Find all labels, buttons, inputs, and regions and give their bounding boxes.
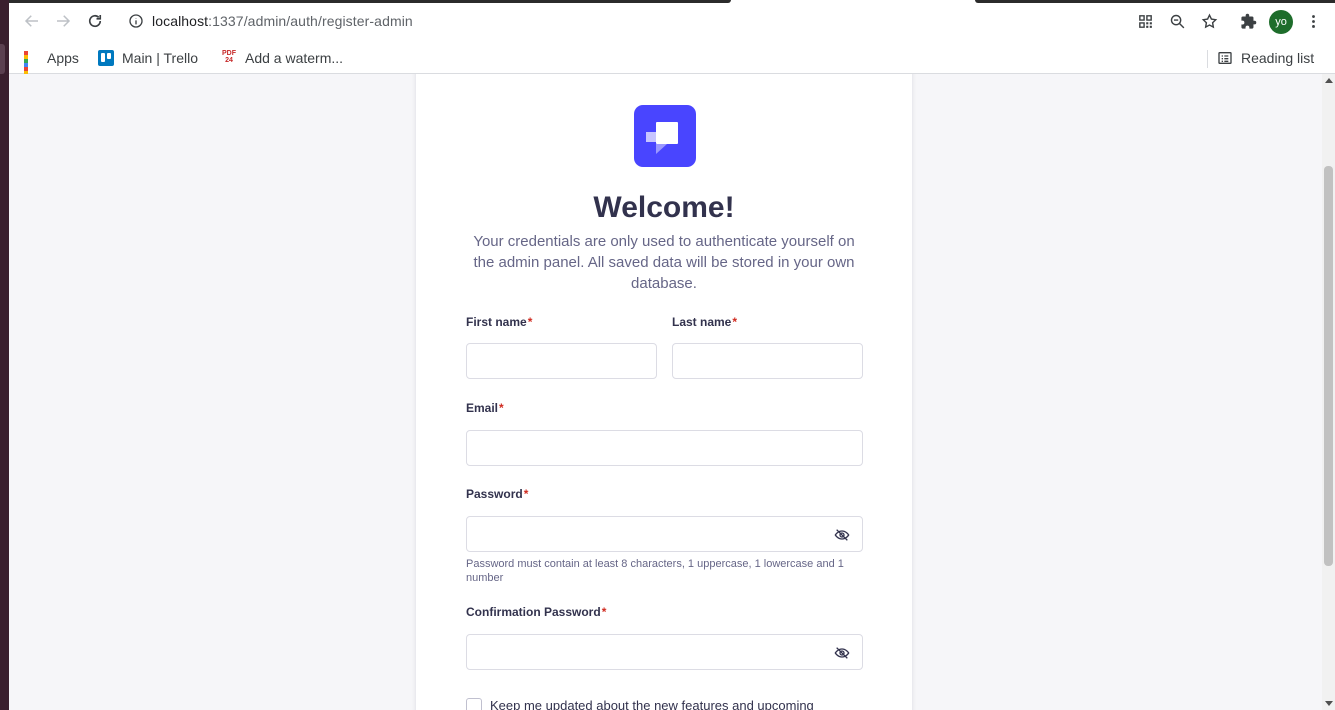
bookmark-label: Add a waterm... xyxy=(245,50,344,66)
puzzle-piece-icon xyxy=(1240,13,1256,29)
logo-shape-bottom xyxy=(656,144,667,154)
newsletter-label: Keep me updated about the new features a… xyxy=(490,698,814,710)
strapi-logo xyxy=(634,105,696,167)
first-name-label-text: First name xyxy=(466,315,527,329)
page-subtitle: Your credentials are only used to authen… xyxy=(473,233,855,292)
scroll-up-arrow-icon[interactable] xyxy=(1325,78,1333,83)
qr-code-icon xyxy=(1138,14,1152,28)
required-marker: * xyxy=(732,315,738,329)
url-path: :1337/admin/auth/register-admin xyxy=(208,13,413,29)
address-bar[interactable]: localhost:1337/admin/auth/register-admin xyxy=(121,7,1121,35)
first-name-label: First name* xyxy=(466,315,532,329)
last-name-label-text: Last name xyxy=(672,315,732,329)
browser-menu-button[interactable] xyxy=(1303,11,1323,31)
pdf24-icon: PDF 24 xyxy=(221,50,237,66)
url-host: localhost xyxy=(152,13,209,29)
eye-hidden-icon[interactable] xyxy=(834,645,850,661)
pdf24-icon-text-bottom: 24 xyxy=(225,57,233,64)
scroll-down-arrow-icon[interactable] xyxy=(1325,701,1333,706)
scrollbar-thumb[interactable] xyxy=(1324,166,1333,566)
bookmarks-bar: Apps Main | Trello PDF 24 Add a waterm...… xyxy=(9,42,1335,87)
bookmark-label: Apps xyxy=(47,50,79,66)
password-label-text: Password xyxy=(466,487,523,501)
reading-list-label: Reading list xyxy=(1241,50,1315,66)
bookmark-apps[interactable]: Apps xyxy=(23,47,79,87)
last-name-label: Last name* xyxy=(672,315,737,329)
pdf24-icon-text-top: PDF xyxy=(222,50,236,57)
url-text: localhost:1337/admin/auth/register-admin xyxy=(152,13,413,29)
email-label-text: Email xyxy=(466,401,499,415)
star-outline-icon xyxy=(1201,12,1217,28)
desktop-dock-notch xyxy=(0,44,5,74)
arrow-right-icon xyxy=(57,15,71,27)
page-scrollbar[interactable] xyxy=(1322,74,1335,710)
required-marker: * xyxy=(527,315,533,329)
info-icon[interactable] xyxy=(128,13,144,29)
browser-toolbar: localhost:1337/admin/auth/register-admin… xyxy=(9,0,1335,42)
eye-hidden-icon[interactable] xyxy=(834,527,850,543)
newsletter-checkbox[interactable] xyxy=(466,698,482,710)
confirm-password-input[interactable] xyxy=(466,634,863,670)
trello-icon xyxy=(98,50,114,66)
bookmark-star-button[interactable] xyxy=(1199,11,1219,31)
back-button[interactable] xyxy=(21,10,43,32)
register-card: Welcome! Your credentials are only used … xyxy=(415,74,913,710)
arrow-left-icon xyxy=(24,15,38,27)
page-viewport: Welcome! Your credentials are only used … xyxy=(9,74,1322,710)
bookmarks-divider xyxy=(1207,50,1208,68)
qr-code-button[interactable] xyxy=(1135,11,1155,31)
bookmark-watermark[interactable]: PDF 24 Add a waterm... xyxy=(221,47,343,69)
bookmark-label: Main | Trello xyxy=(122,50,198,66)
reading-list-icon xyxy=(1218,52,1232,64)
extensions-button[interactable] xyxy=(1238,11,1258,31)
desktop-edge xyxy=(0,0,9,710)
required-marker: * xyxy=(523,487,529,501)
confirm-password-label: Confirmation Password* xyxy=(466,605,606,619)
profile-avatar[interactable]: yo xyxy=(1269,10,1293,34)
logo-shape-left xyxy=(646,132,656,142)
vertical-dots-icon xyxy=(1311,14,1315,28)
apps-grid-icon xyxy=(23,50,39,87)
zoom-button[interactable] xyxy=(1167,11,1187,31)
password-input[interactable] xyxy=(466,516,863,552)
email-input[interactable] xyxy=(466,430,863,466)
email-label: Email* xyxy=(466,401,504,415)
password-hint: Password must contain at least 8 charact… xyxy=(466,558,844,584)
bookmark-trello[interactable]: Main | Trello xyxy=(98,47,198,69)
magnifier-minus-icon xyxy=(1170,14,1184,28)
reload-icon xyxy=(88,14,102,28)
page-title: Welcome! xyxy=(593,191,735,224)
forward-button[interactable] xyxy=(52,10,74,32)
required-marker: * xyxy=(499,401,504,415)
logo-shape-main xyxy=(656,122,678,144)
password-label: Password* xyxy=(466,487,528,501)
reading-list-button[interactable]: Reading list xyxy=(1217,47,1314,69)
confirm-password-label-text: Confirmation Password xyxy=(466,605,601,619)
required-marker: * xyxy=(601,605,607,619)
last-name-input[interactable] xyxy=(672,343,863,379)
first-name-input[interactable] xyxy=(466,343,657,379)
reload-button[interactable] xyxy=(84,10,106,32)
